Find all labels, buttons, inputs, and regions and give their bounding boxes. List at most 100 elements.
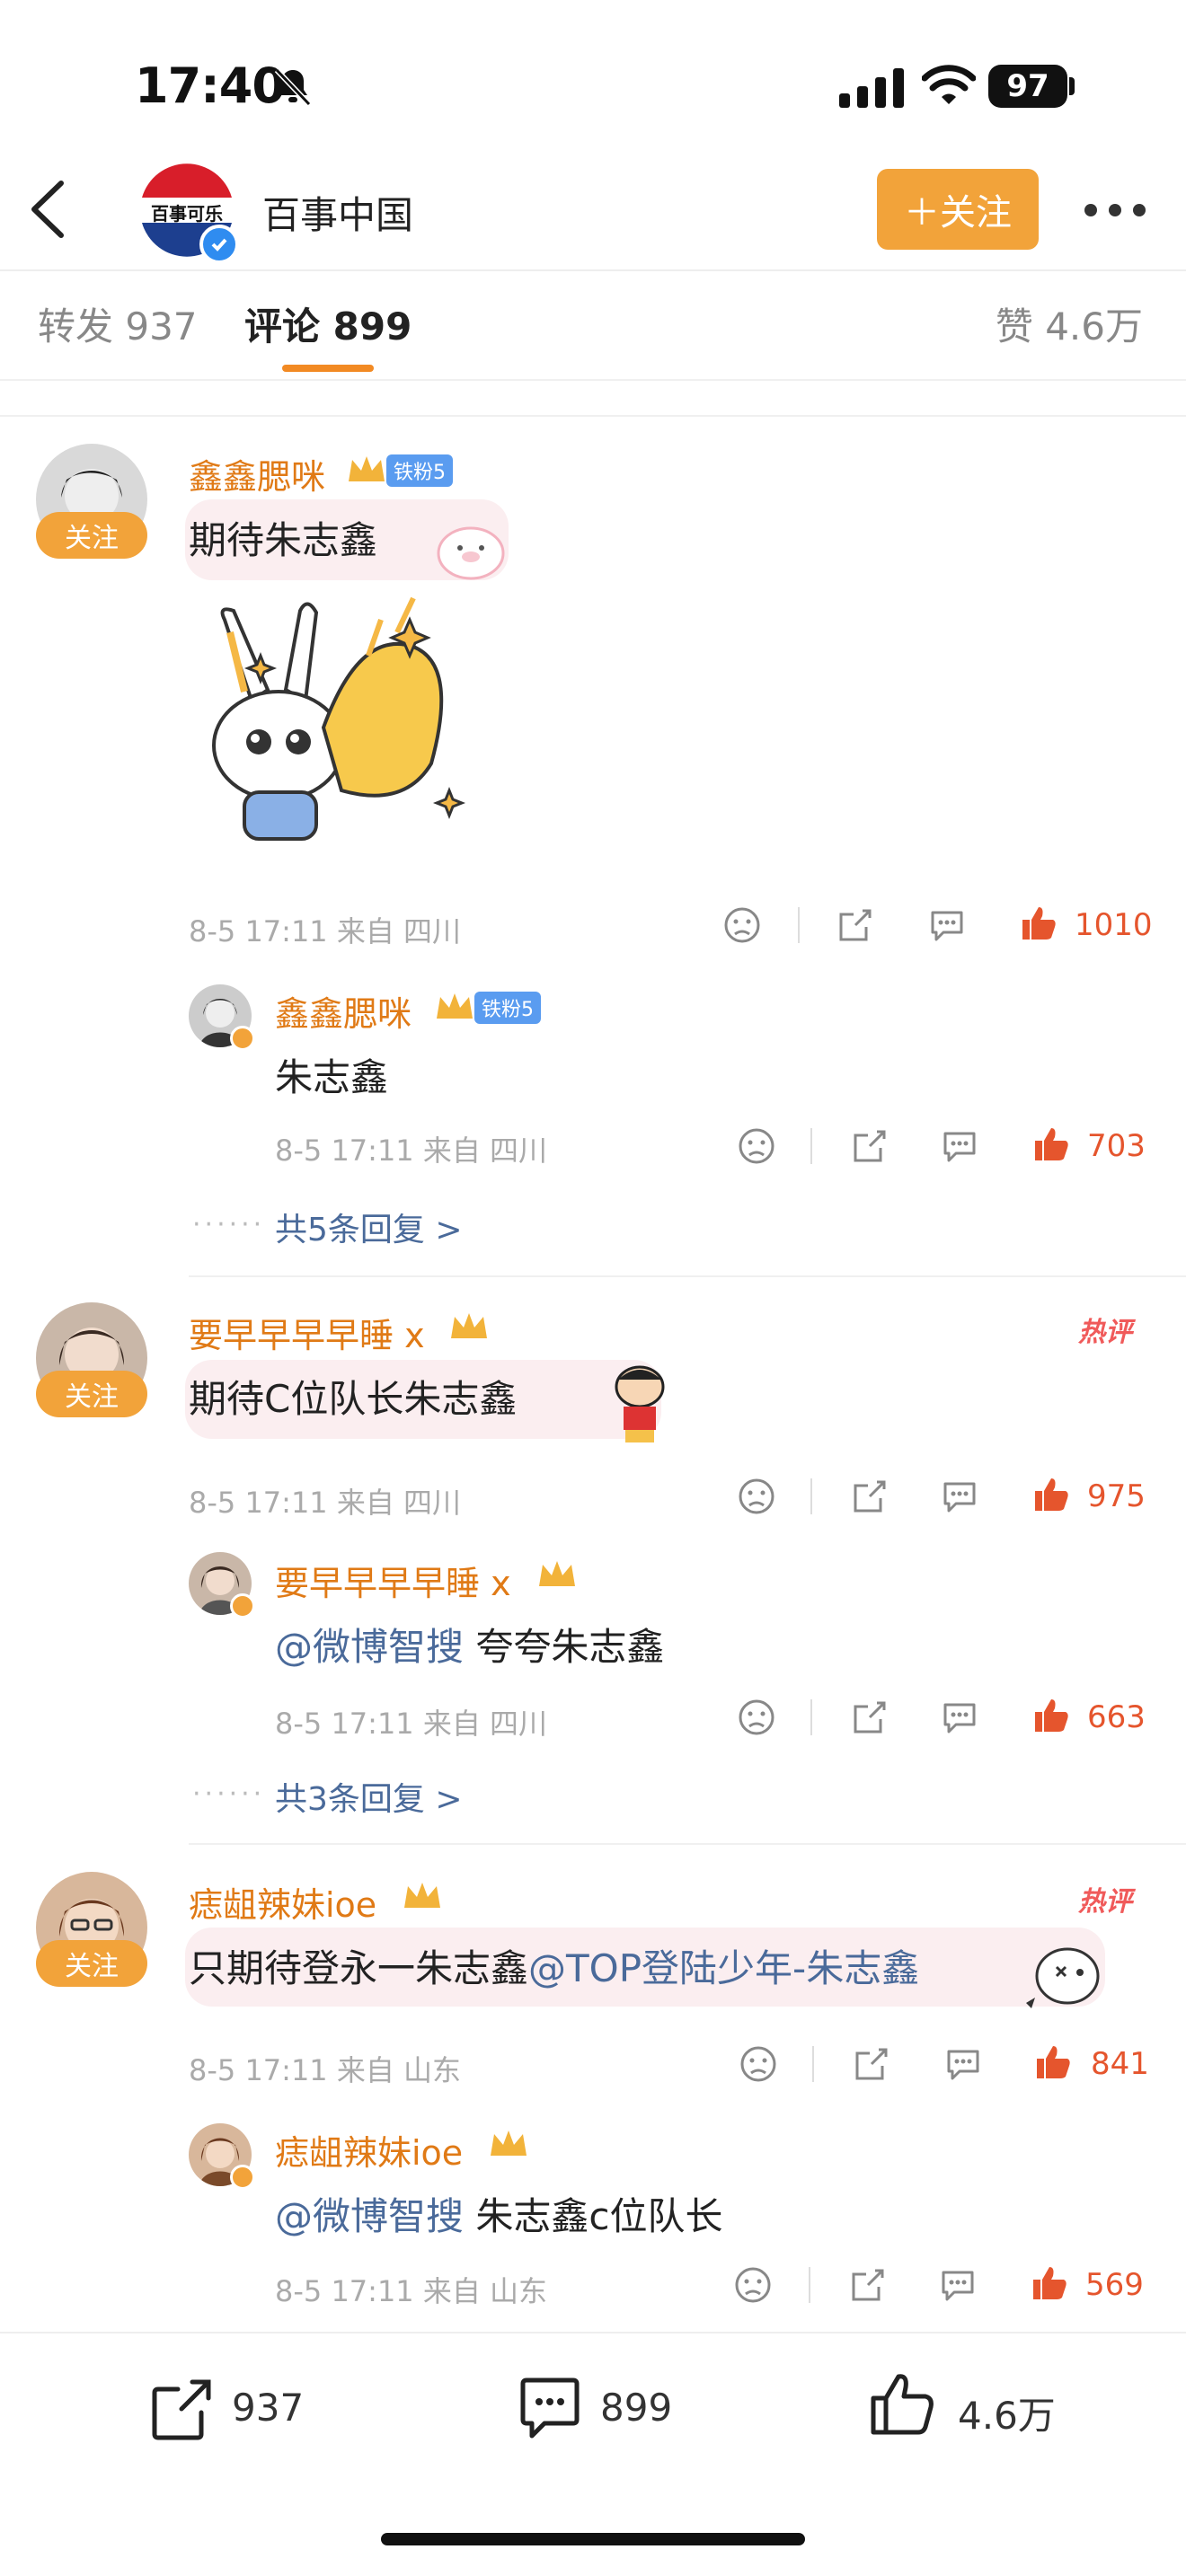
- like-icon[interactable]: [1031, 1696, 1071, 1735]
- like-icon[interactable]: [1030, 2263, 1069, 2303]
- crown-badge-icon: [437, 993, 473, 1019]
- like-count: 975: [1087, 1478, 1146, 1514]
- dislike-icon[interactable]: [722, 905, 762, 945]
- dislike-icon[interactable]: [737, 1126, 776, 1166]
- share-icon[interactable]: [836, 905, 875, 945]
- more-replies-dots: ······: [192, 1778, 266, 1810]
- reply-icon[interactable]: [927, 905, 967, 945]
- more-replies-link[interactable]: 共5条回复 >: [275, 1204, 463, 1250]
- share-icon[interactable]: [850, 1698, 890, 1737]
- hot-comment-tag: 热评: [1078, 1886, 1132, 1918]
- verified-icon: [230, 2165, 255, 2190]
- cellular-signal-icon: [839, 68, 904, 108]
- crown-badge-icon: [349, 456, 385, 481]
- reply-icon[interactable]: [940, 1698, 979, 1737]
- comment-meta: 8-5 17:11 来自 山东: [189, 2053, 462, 2087]
- fan-level-badge: 铁粉5: [386, 454, 453, 487]
- action-separator: [798, 907, 800, 943]
- bunny-sticker-image[interactable]: [189, 593, 476, 862]
- mention-link[interactable]: @微博智搜: [275, 1625, 464, 1669]
- action-separator: [810, 1699, 812, 1735]
- like-icon[interactable]: [1031, 1475, 1071, 1514]
- share-icon[interactable]: [852, 2044, 891, 2084]
- reply-user-name[interactable]: 鑫鑫腮咪: [275, 986, 412, 1036]
- dislike-icon[interactable]: [737, 1477, 776, 1516]
- like-count: 1010: [1075, 907, 1153, 943]
- tab-likes[interactable]: 赞 4.6万: [996, 296, 1143, 351]
- like-total[interactable]: 4.6万: [958, 2386, 1056, 2440]
- like-count: 663: [1087, 1699, 1146, 1735]
- reply-text: @微博智搜 朱志鑫c位队长: [275, 2186, 722, 2241]
- reply-meta: 8-5 17:11 来自 四川: [275, 1134, 548, 1168]
- crown-badge-icon: [404, 1883, 440, 1908]
- reply-icon[interactable]: [940, 1126, 979, 1166]
- dislike-icon[interactable]: [737, 1698, 776, 1737]
- action-separator: [812, 2046, 814, 2082]
- comment-divider: [189, 1843, 1186, 1845]
- reply-text-body: 朱志鑫c位队长: [464, 2194, 723, 2238]
- action-separator: [810, 1128, 812, 1164]
- back-arrow-icon[interactable]: [27, 180, 68, 239]
- avatar-brand-text: 百事可乐: [151, 203, 223, 225]
- like-icon[interactable]: [1031, 1125, 1071, 1164]
- account-name[interactable]: 百事中国: [262, 185, 413, 240]
- share-icon[interactable]: [848, 2265, 888, 2305]
- bell-off-icon: [274, 67, 312, 107]
- verified-icon: [230, 1026, 255, 1051]
- comment-icon[interactable]: [516, 2375, 584, 2443]
- hot-comment-tag: 热评: [1078, 1317, 1132, 1348]
- crown-badge-icon: [491, 2130, 527, 2156]
- more-replies-link[interactable]: 共3条回复 >: [275, 1773, 463, 1820]
- active-tab-indicator: [282, 365, 374, 372]
- like-icon[interactable]: [1033, 2042, 1073, 2082]
- comment-meta: 8-5 17:11 来自 四川: [189, 1486, 462, 1520]
- follow-tag[interactable]: 关注: [36, 1371, 147, 1417]
- commenter-name[interactable]: 要早早早早睡 x: [189, 1308, 425, 1357]
- follow-tag[interactable]: 关注: [36, 1940, 147, 1987]
- comment-meta: 8-5 17:11 来自 四川: [189, 914, 462, 948]
- reply-user-name[interactable]: 痣龃辣妹ioe: [275, 2125, 463, 2175]
- follow-button[interactable]: ＋关注: [877, 169, 1039, 250]
- tab-reposts[interactable]: 转发 937: [38, 296, 198, 351]
- mascot-sticker-icon: [1026, 1947, 1100, 2008]
- list-top-divider: [0, 415, 1186, 417]
- cartoon-sticker-icon: [615, 1365, 665, 1442]
- comment-text: 期待朱志鑫: [189, 518, 378, 562]
- mention-link[interactable]: @TOP登陆少年-朱志鑫: [528, 1946, 919, 1990]
- share-icon[interactable]: [850, 1477, 890, 1516]
- follow-tag[interactable]: 关注: [36, 512, 147, 559]
- tab-comments[interactable]: 评论 899: [244, 296, 412, 351]
- reply-meta: 8-5 17:11 来自 四川: [275, 1707, 548, 1741]
- more-options-icon[interactable]: [1084, 203, 1146, 217]
- dislike-icon[interactable]: [739, 2044, 778, 2084]
- comment-text: 期待C位队长朱志鑫: [189, 1377, 518, 1421]
- crown-badge-icon: [539, 1561, 575, 1586]
- reply-meta: 8-5 17:11 来自 山东: [275, 2274, 548, 2308]
- comment-count[interactable]: 899: [600, 2386, 672, 2430]
- header-divider: [0, 269, 1186, 271]
- status-time: 17:40: [135, 57, 286, 114]
- reply-text-body: 夸夸朱志鑫: [464, 1625, 665, 1669]
- home-indicator[interactable]: [381, 2533, 805, 2545]
- repost-icon[interactable]: [147, 2375, 216, 2443]
- reply-icon[interactable]: [940, 1477, 979, 1516]
- crown-badge-icon: [451, 1313, 487, 1338]
- reply-icon[interactable]: [938, 2265, 978, 2305]
- reply-text: 朱志鑫: [275, 1055, 389, 1099]
- mention-link[interactable]: @微博智搜: [275, 2194, 464, 2238]
- reply-user-name[interactable]: 要早早早早睡 x: [275, 1556, 511, 1605]
- battery-cap: [1069, 77, 1075, 95]
- like-icon[interactable]: [1019, 904, 1058, 943]
- thumbs-up-icon[interactable]: [868, 2369, 936, 2438]
- reply-icon[interactable]: [943, 2044, 983, 2084]
- commenter-name[interactable]: 痣龃辣妹ioe: [189, 1877, 376, 1927]
- dislike-icon[interactable]: [733, 2265, 773, 2305]
- commenter-name[interactable]: 鑫鑫腮咪: [189, 449, 325, 498]
- battery-indicator: 97: [988, 65, 1067, 108]
- like-count: 569: [1085, 2267, 1144, 2303]
- comment-text-body: 只期待登永一朱志鑫: [189, 1946, 529, 1990]
- like-count: 703: [1087, 1128, 1146, 1164]
- repost-count[interactable]: 937: [232, 2386, 304, 2430]
- share-icon[interactable]: [850, 1126, 890, 1166]
- wifi-icon: [922, 65, 976, 104]
